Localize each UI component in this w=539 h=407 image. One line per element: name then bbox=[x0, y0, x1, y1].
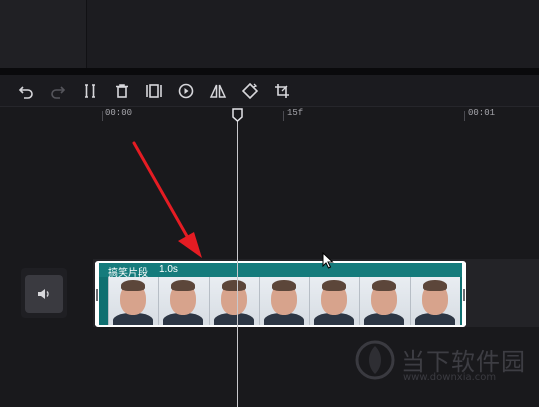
watermark-url: www.downxia.com bbox=[403, 372, 497, 383]
mouse-cursor-icon bbox=[322, 252, 334, 269]
watermark: 当下软件园 www.downxia.com bbox=[355, 338, 535, 390]
watermark-logo-icon bbox=[355, 340, 395, 380]
